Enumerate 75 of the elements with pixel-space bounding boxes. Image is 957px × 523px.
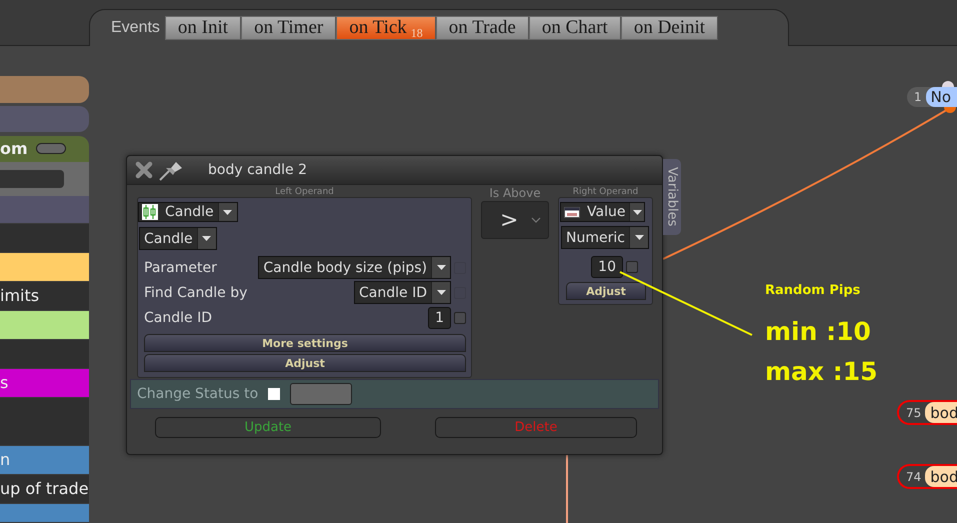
group-caption: Right Operand: [572, 187, 640, 197]
caret-icon: [202, 236, 212, 241]
toggle-switch[interactable]: [36, 143, 66, 154]
number-field[interactable]: 10: [591, 256, 623, 278]
port-icon: [944, 107, 956, 114]
node-number: 75: [905, 406, 922, 420]
list-item[interactable]: [0, 311, 89, 340]
list-item[interactable]: s: [0, 368, 89, 398]
event-tab[interactable]: on Deinit: [620, 16, 718, 40]
candlestick-icon: [142, 204, 158, 220]
list-item[interactable]: imits: [0, 282, 89, 312]
status-label: Change Status to: [137, 386, 258, 402]
field-label: Candle ID: [144, 310, 213, 326]
caret-icon: [223, 210, 232, 214]
number-field[interactable]: 1: [428, 306, 451, 328]
status-field[interactable]: [290, 383, 352, 405]
caret-icon: [436, 290, 446, 295]
group-caption: Left Operand: [274, 187, 335, 197]
group-header[interactable]: om: [0, 136, 89, 162]
checkbox[interactable]: [268, 388, 280, 400]
field-label: Parameter: [144, 260, 218, 276]
operator-caption: Is Above: [488, 187, 542, 200]
type-dropdown[interactable]: Numeric: [561, 226, 649, 249]
list-item[interactable]: [0, 253, 89, 282]
settings-button[interactable]: Adjust: [144, 354, 466, 372]
checkbox[interactable]: [626, 261, 638, 273]
node-label: bod: [925, 466, 957, 487]
input-field[interactable]: [0, 170, 64, 188]
input-panel[interactable]: [0, 162, 89, 196]
value-icon: [564, 206, 580, 218]
event-tab[interactable]: on Tick $_{18}$: [336, 16, 436, 40]
caret-icon: [632, 210, 642, 214]
event-tab[interactable]: on Timer: [241, 16, 336, 40]
flow-node[interactable]: 74 bod: [897, 464, 957, 489]
source-dropdown[interactable]: Value: [560, 202, 645, 222]
field-label: Find Candle by: [144, 284, 248, 300]
parameter-dropdown[interactable]: Candle ID: [354, 281, 451, 304]
settings-button[interactable]: More settings: [144, 334, 466, 352]
node-label: No: [926, 87, 957, 107]
annotation-text: max :15: [765, 356, 878, 388]
pin-icon[interactable]: [158, 159, 184, 181]
operator-dropdown[interactable]: >: [481, 201, 549, 239]
flow-node[interactable]: 75 bod: [897, 400, 957, 425]
connector-line: [566, 455, 568, 523]
item-label: n: [0, 452, 10, 468]
dialog-title: body candle 2: [208, 162, 307, 178]
adjust-button[interactable]: Adjust: [566, 282, 646, 300]
list-item[interactable]: up of trade: [0, 474, 89, 504]
caret-icon: [436, 265, 446, 270]
close-icon[interactable]: [134, 160, 154, 180]
chevron-icon: [531, 217, 541, 223]
block-item[interactable]: [0, 106, 89, 132]
port-icon: [942, 79, 954, 87]
caret-icon: [634, 235, 644, 240]
flow-node[interactable]: 1 No: [907, 87, 957, 107]
source-dropdown[interactable]: Candle: [138, 202, 238, 222]
events-label: Events: [111, 18, 160, 38]
event-tab[interactable]: on Init: [164, 16, 242, 40]
type-dropdown[interactable]: Candle: [139, 227, 217, 250]
item-label: up of trade: [0, 480, 89, 497]
tick-count: 18: [410, 26, 423, 40]
group-title: om: [0, 140, 28, 157]
event-tab[interactable]: on Chart: [528, 16, 621, 40]
variables-tab[interactable]: Variables: [663, 159, 681, 235]
annotation-title: Random Pips: [765, 283, 862, 298]
checkbox[interactable]: [454, 312, 466, 324]
update-button[interactable]: Update: [155, 417, 381, 438]
node-number: 74: [905, 470, 922, 484]
event-tab[interactable]: on Trade: [436, 16, 529, 40]
item-label: s: [0, 374, 8, 391]
parameter-dropdown[interactable]: Candle body size (pips): [258, 256, 451, 279]
node-label: bod: [925, 402, 957, 423]
node-number: 1: [913, 90, 923, 104]
annotation-text: min :10: [765, 316, 872, 348]
item-label: imits: [0, 288, 40, 304]
